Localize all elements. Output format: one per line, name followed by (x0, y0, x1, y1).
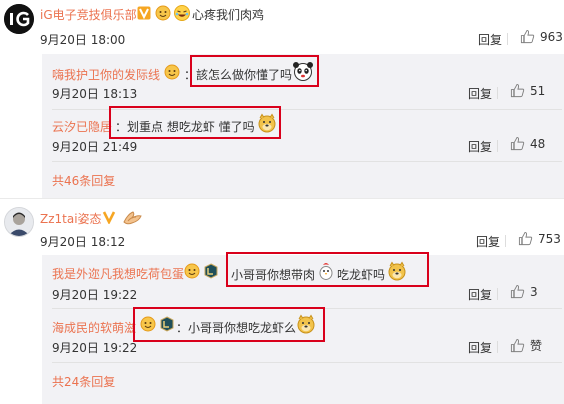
comment-thread: iG电子竞技俱乐部 心疼我们肉鸡 9月20日 18:00 回复 963 嗨我护卫… (0, 0, 564, 198)
action-divider (497, 288, 498, 300)
like-button[interactable]: 3 (510, 284, 538, 299)
crying-laugh-emoji (174, 5, 190, 24)
thumbs-up-icon (510, 136, 525, 151)
vip-badge (102, 210, 116, 227)
comment-text: 心疼我们肉鸡 (192, 8, 265, 22)
level-badge (164, 64, 182, 83)
like-button[interactable]: 赞 (510, 337, 542, 354)
comment-time: 9月20日 18:00 (40, 33, 126, 47)
like-count: 3 (530, 284, 538, 299)
like-count: 51 (530, 83, 546, 98)
action-divider (497, 140, 498, 152)
reply-time: 9月20日 18:13 (52, 87, 138, 101)
reply-button[interactable]: 回复 (468, 286, 492, 303)
reply-time: 9月20日 19:22 (52, 341, 138, 355)
highlight-box (109, 106, 281, 139)
comment-author[interactable]: Zz1tai姿态 (40, 210, 102, 227)
action-divider (497, 87, 498, 99)
more-replies-link[interactable]: 共24条回复 (52, 373, 115, 390)
level-badge (155, 5, 173, 24)
game-badge (204, 263, 218, 282)
reply-author[interactable]: 嗨我护卫你的发际线 (52, 66, 160, 83)
more-replies-link[interactable]: 共46条回复 (52, 172, 115, 189)
thumbs-up-icon (510, 338, 525, 353)
reply-author[interactable]: 我是外迩凡我想吃荷包蛋 (52, 265, 184, 282)
action-divider (497, 341, 498, 353)
highlight-box (226, 252, 429, 287)
reply-author[interactable]: 云汐已隐居 (52, 118, 112, 135)
like-count: 753 (538, 231, 561, 246)
reply-time: 9月20日 21:49 (52, 140, 138, 154)
reply-divider (52, 362, 562, 363)
level-badge (184, 263, 202, 282)
thumbs-up-icon (510, 284, 525, 299)
thumbs-up-icon (520, 29, 535, 44)
like-button[interactable]: 51 (510, 83, 545, 98)
reply-button[interactable]: 回复 (468, 85, 492, 102)
ig-logo-avatar (4, 4, 34, 34)
like-count: 赞 (530, 339, 543, 353)
like-count: 48 (530, 136, 546, 151)
reply-button[interactable]: 回复 (468, 138, 492, 155)
reply-button[interactable]: 回复 (468, 339, 492, 356)
highlight-box (190, 55, 319, 87)
comment-author[interactable]: iG电子竞技俱乐部 (40, 6, 137, 23)
comment-thread: Zz1tai姿态 9月20日 18:12 回复 753 我是外迩凡我想吃荷包蛋 … (0, 198, 564, 404)
thumbs-up-icon (518, 231, 533, 246)
action-divider (505, 235, 506, 247)
reply-divider (52, 161, 562, 162)
comment-time: 9月20日 18:12 (40, 235, 126, 249)
like-button[interactable]: 963 (520, 29, 563, 44)
highlight-box (133, 307, 325, 342)
thumbs-up-icon (510, 83, 525, 98)
avatar[interactable] (4, 4, 34, 34)
reply-time: 9月20日 19:22 (52, 288, 138, 302)
reply-author[interactable]: 海成民的软萌滋 (52, 319, 136, 336)
reply-button[interactable]: 回复 (478, 31, 502, 48)
clap-emoji (122, 208, 144, 229)
like-button[interactable]: 753 (518, 231, 561, 246)
like-button[interactable]: 48 (510, 136, 545, 151)
reply-button[interactable]: 回复 (476, 233, 500, 250)
vip-badge (137, 6, 151, 23)
action-divider (507, 33, 508, 45)
avatar[interactable] (4, 207, 34, 237)
like-count: 963 (540, 29, 563, 44)
user-avatar-icon (5, 208, 33, 236)
